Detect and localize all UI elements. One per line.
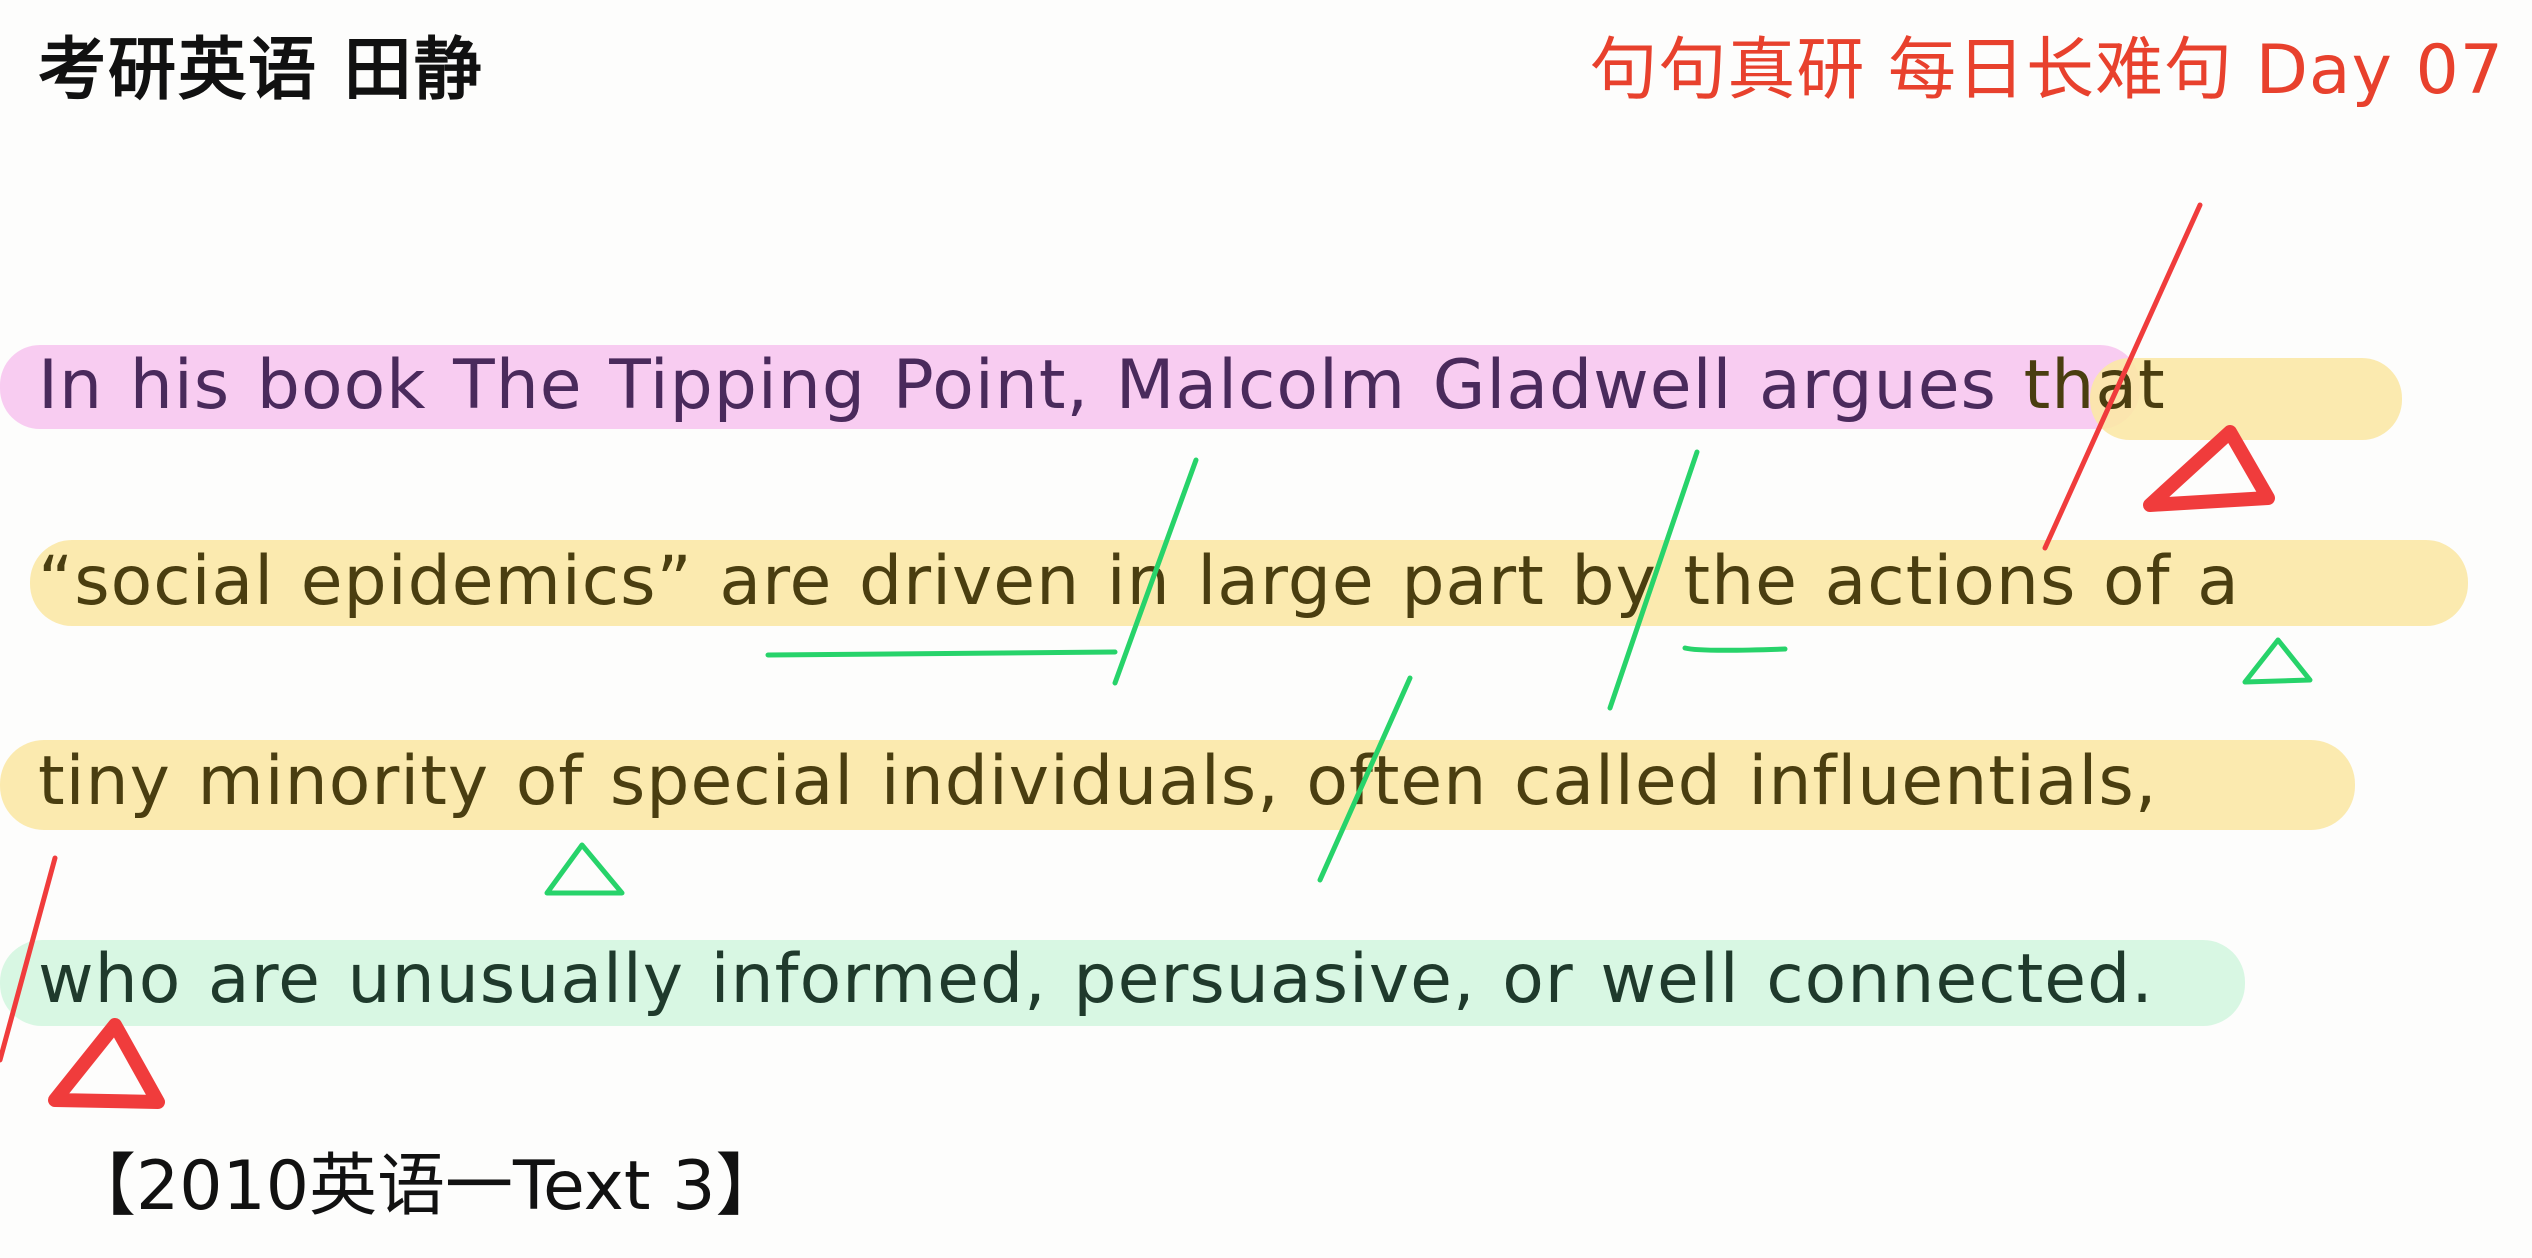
- video-frame: 考研英语 田静 句句真研 每日长难句 Day 07 In his book Th…: [0, 0, 2532, 1258]
- green-underline-by: [1682, 645, 1788, 653]
- green-underline-are-driven: [765, 649, 1118, 658]
- green-slash-after-individuals: [1317, 675, 1413, 883]
- source-citation: 【2010英语一Text 3】: [68, 1147, 784, 1226]
- red-triangle-under-that: [2143, 425, 2275, 512]
- green-triangle-under-of: [544, 842, 625, 896]
- red-triangle-under-who: [48, 1018, 165, 1109]
- green-slash-after-driven: [1112, 457, 1199, 686]
- pen-annotation-layer: [0, 202, 2313, 1109]
- green-slash-after-part: [1607, 449, 1700, 711]
- red-slash-before-who: [0, 855, 58, 1063]
- green-triangle-under-of-a: [2242, 637, 2313, 685]
